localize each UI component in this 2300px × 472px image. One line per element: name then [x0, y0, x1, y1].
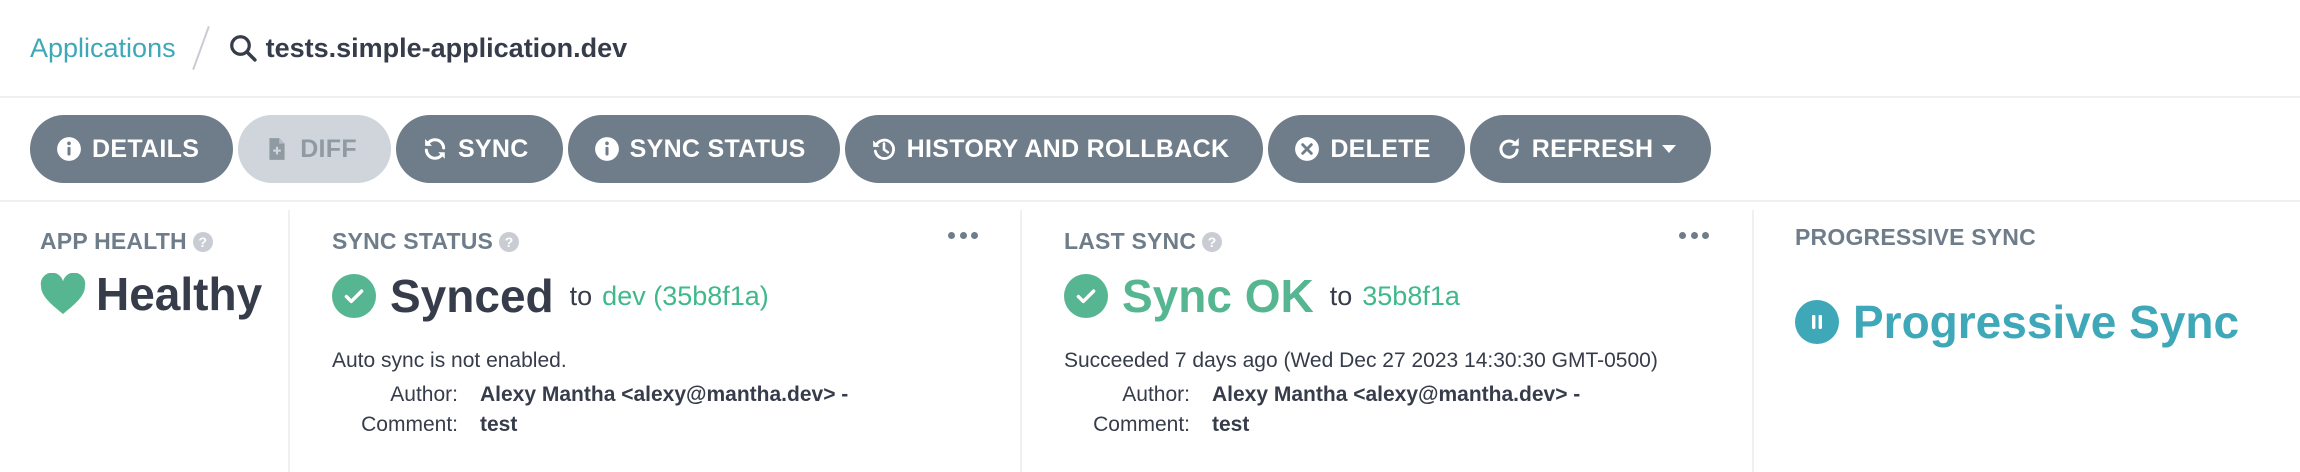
help-icon[interactable]: ?: [499, 231, 520, 252]
history-rollback-button-label: HISTORY AND ROLLBACK: [906, 134, 1230, 163]
file-diff-icon: [264, 136, 290, 162]
author-value: Alexy Mantha <alexy@mantha.dev> -: [480, 383, 849, 406]
delete-button-label: DELETE: [1330, 134, 1431, 163]
info-icon: [594, 136, 620, 162]
sync-status-details: Author: Alexy Mantha <alexy@mantha.dev> …: [332, 383, 982, 437]
more-options-icon[interactable]: [1679, 232, 1709, 242]
last-sync-timestamp: Succeeded 7 days ago (Wed Dec 27 2023 14…: [1064, 349, 1658, 372]
delete-button[interactable]: DELETE: [1268, 115, 1465, 183]
last-sync-title: LAST SYNC ?: [1064, 228, 1714, 255]
author-label: Author:: [390, 383, 458, 406]
refresh-button-label: REFRESH: [1531, 134, 1654, 163]
last-sync-row: Sync OK to 35b8f1a: [1064, 269, 1714, 323]
breadcrumb-separator: [191, 26, 210, 70]
action-toolbar: DETAILS DIFF SYNC SYNC STATUS HISTORY AN…: [0, 98, 2300, 202]
heart-icon: [40, 273, 86, 315]
help-icon[interactable]: ?: [1202, 231, 1223, 252]
app-health-status: Healthy: [40, 267, 280, 321]
refresh-icon: [1496, 136, 1522, 162]
history-icon: [871, 136, 897, 162]
sync-to-label: to: [569, 280, 593, 311]
sync-status-button-label: SYNC STATUS: [629, 134, 806, 163]
last-sync-revision-link[interactable]: 35b8f1a: [1362, 281, 1460, 312]
progressive-sync-row: Progressive Sync: [1795, 295, 2275, 349]
status-panels: APP HEALTH ? Healthy SYNC STATUS ? Synce…: [0, 204, 2300, 472]
check-circle-icon: [332, 274, 376, 318]
last-sync-panel: LAST SYNC ? Sync OK to 35b8f1a Succeeded…: [1064, 208, 1714, 472]
chevron-down-icon[interactable]: [1661, 143, 1677, 155]
help-icon[interactable]: ?: [192, 231, 213, 252]
author-value: Alexy Mantha <alexy@mantha.dev> -: [1212, 383, 1581, 406]
last-sync-to-label: to: [1329, 280, 1353, 311]
panel-divider: [1752, 210, 1754, 472]
pause-circle-icon: [1795, 300, 1839, 344]
sync-button-label: SYNC: [457, 134, 529, 163]
sync-status-value: Synced: [390, 270, 554, 322]
app-health-value: Healthy: [96, 268, 263, 320]
close-circle-icon: [1294, 136, 1320, 162]
panel-divider: [1020, 210, 1022, 472]
check-circle-icon: [1064, 274, 1108, 318]
auto-sync-note: Auto sync is not enabled.: [332, 349, 567, 372]
progressive-sync-title: PROGRESSIVE SYNC: [1795, 224, 2036, 250]
author-label: Author:: [1122, 383, 1190, 406]
details-button-label: DETAILS: [92, 134, 200, 163]
search-icon[interactable]: [228, 33, 258, 63]
sync-target-revision-link[interactable]: dev (35b8f1a): [602, 281, 769, 312]
sync-status-title: SYNC STATUS ?: [332, 228, 982, 255]
history-rollback-button[interactable]: HISTORY AND ROLLBACK: [844, 115, 1264, 183]
comment-label: Comment:: [1093, 413, 1190, 436]
comment-value: test: [1212, 413, 1250, 436]
comment-value: test: [480, 413, 518, 436]
sync-icon: [422, 136, 448, 162]
sync-status-button[interactable]: SYNC STATUS: [567, 115, 840, 183]
last-sync-details: Author: Alexy Mantha <alexy@mantha.dev> …: [1064, 383, 1714, 437]
comment-label: Comment:: [361, 413, 458, 436]
app-health-title: APP HEALTH ?: [40, 228, 280, 255]
sync-button[interactable]: SYNC: [395, 115, 563, 183]
progressive-sync-value: Progressive Sync: [1853, 296, 2240, 348]
breadcrumb: Applications tests.simple-application.de…: [0, 0, 2300, 98]
more-options-icon[interactable]: [948, 232, 978, 242]
last-sync-value: Sync OK: [1122, 270, 1314, 322]
diff-button[interactable]: DIFF: [238, 115, 391, 183]
progressive-sync-panel: PROGRESSIVE SYNC Progressive Sync: [1795, 208, 2275, 472]
sync-status-panel: SYNC STATUS ? Synced to dev (35b8f1a) Au…: [332, 208, 982, 472]
refresh-button[interactable]: REFRESH: [1469, 115, 1712, 183]
info-icon: [56, 136, 82, 162]
app-health-panel: APP HEALTH ? Healthy: [40, 208, 280, 472]
diff-button-label: DIFF: [300, 134, 357, 163]
sync-status-row: Synced to dev (35b8f1a): [332, 269, 982, 323]
breadcrumb-applications-link[interactable]: Applications: [30, 33, 176, 64]
panel-divider: [288, 210, 290, 472]
details-button[interactable]: DETAILS: [30, 115, 234, 183]
breadcrumb-current-app[interactable]: tests.simple-application.dev: [266, 33, 628, 64]
